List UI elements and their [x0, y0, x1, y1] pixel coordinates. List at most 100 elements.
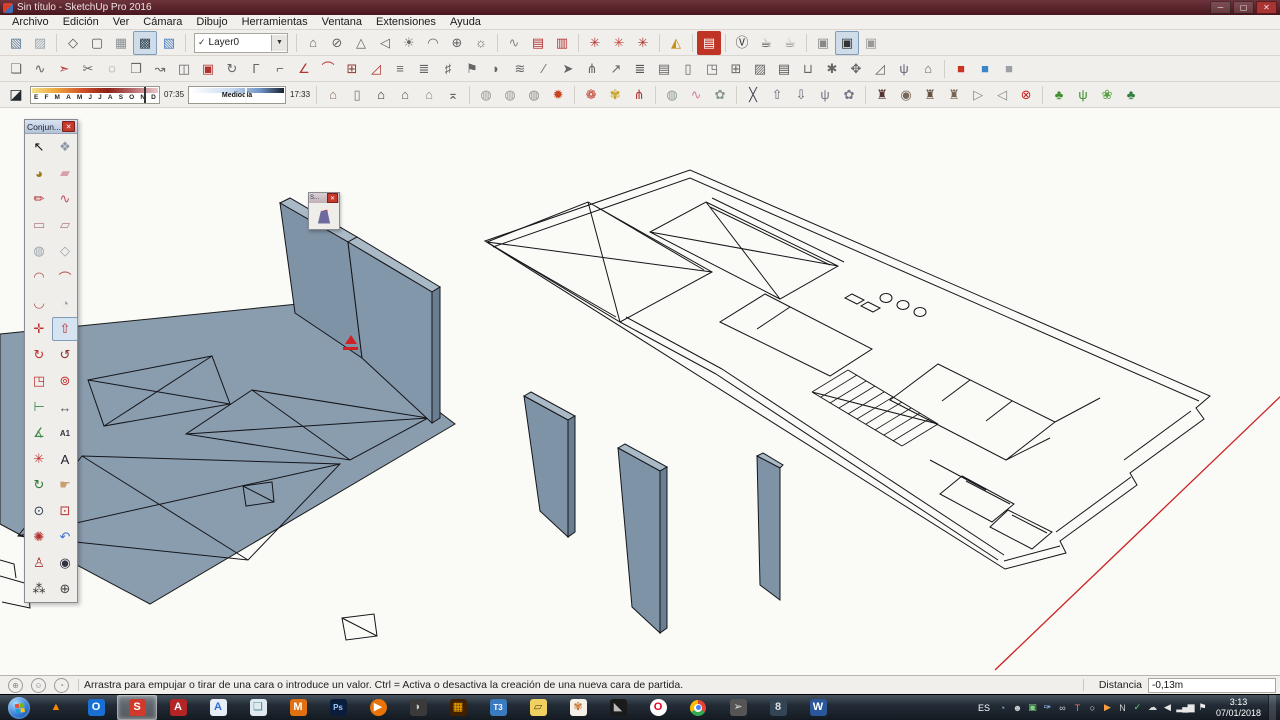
tray-pen-icon[interactable]: ✑: [1041, 702, 1054, 713]
shaded-textures-large-icon[interactable]: ▧: [4, 31, 28, 55]
component-gray-2-icon[interactable]: ◍: [498, 83, 522, 107]
brick-tool-icon[interactable]: ▤: [697, 30, 721, 55]
bud-icon[interactable]: ❀: [1095, 83, 1119, 107]
house-roof-icon[interactable]: ⌂: [393, 83, 417, 107]
vegas-app[interactable]: 8: [759, 696, 797, 719]
sweep-icon[interactable]: ↝: [148, 57, 172, 81]
model-info-icon[interactable]: ◔: [54, 677, 69, 693]
axes-tool[interactable]: ✳: [26, 447, 52, 471]
position-camera-tool[interactable]: ♙: [26, 551, 52, 575]
tree-icon[interactable]: ♣: [1047, 83, 1071, 107]
solid-tool-icon[interactable]: [317, 209, 331, 224]
minimize-button[interactable]: ─: [1210, 1, 1231, 14]
plugin-export-icon[interactable]: ▥: [550, 31, 574, 55]
vray-ies-light-icon[interactable]: ◁: [373, 31, 397, 55]
wall-hatch-icon[interactable]: ▤: [652, 57, 676, 81]
toggle-shadows-icon[interactable]: ◪: [6, 85, 26, 105]
follow-me-tool[interactable]: ↺: [52, 343, 78, 367]
menu-ver[interactable]: Ver: [107, 15, 136, 29]
tape-measure-tool[interactable]: ⊢: [26, 395, 52, 419]
home-dark-icon[interactable]: ⌂: [369, 83, 393, 107]
wireframe-icon[interactable]: ◇: [61, 31, 85, 55]
freehand-tool[interactable]: ∿: [52, 187, 78, 211]
roof-slope-icon[interactable]: ◿: [868, 57, 892, 81]
vray-render-icon[interactable]: ☕: [754, 31, 778, 55]
frame-tool-icon[interactable]: ⊞: [340, 57, 364, 81]
text-tool[interactable]: A1: [52, 421, 78, 445]
face-box-icon[interactable]: ◫: [172, 57, 196, 81]
shaded-with-textures-icon[interactable]: ▩: [133, 30, 157, 55]
pie-tool[interactable]: ◔: [52, 291, 78, 315]
arrow-tool-icon[interactable]: ➤: [556, 57, 580, 81]
component-gray-1-icon[interactable]: ◍: [474, 83, 498, 107]
shadow-time-slider[interactable]: Mediodía: [188, 85, 287, 104]
geolocation-icon[interactable]: ⊕: [8, 677, 23, 693]
rectangle-tool[interactable]: ▭: [26, 213, 52, 237]
channel-tool-icon[interactable]: ⊔: [796, 57, 820, 81]
vray-fb-lock-icon[interactable]: ▣: [859, 31, 883, 55]
mini-toolbar-header[interactable]: S... ✕: [309, 193, 339, 203]
box-gray-icon[interactable]: ■: [997, 57, 1021, 81]
extrude-red-icon[interactable]: ➣: [52, 57, 76, 81]
vray-sphere-light-icon[interactable]: ⊕: [445, 31, 469, 55]
machine-1-icon[interactable]: ♜: [870, 83, 894, 107]
scatter-tool-1-icon[interactable]: ✳: [583, 31, 607, 55]
scissors-icon[interactable]: ✂: [76, 57, 100, 81]
triangle-tool-icon[interactable]: ◿: [364, 57, 388, 81]
edit-page-icon[interactable]: ❏: [4, 57, 28, 81]
stone-icon[interactable]: ◍: [660, 83, 684, 107]
zoom-tool[interactable]: ⊙: [26, 499, 52, 523]
menu-extensiones[interactable]: Extensiones: [370, 15, 442, 29]
vlc-app[interactable]: ▲: [37, 696, 75, 719]
dimension-tool[interactable]: ↔: [52, 395, 78, 419]
machine-4-icon[interactable]: ♜: [942, 83, 966, 107]
baluster-tool-icon[interactable]: ≣: [412, 57, 436, 81]
tray-user-icon[interactable]: ☻: [1011, 703, 1024, 713]
face-arrows-icon[interactable]: ✥: [844, 57, 868, 81]
trees-icon[interactable]: ♣: [1119, 83, 1143, 107]
measure-value-box[interactable]: -0,13m: [1148, 677, 1276, 693]
vray-fb-show-icon[interactable]: ▣: [811, 31, 835, 55]
vray-options-icon[interactable]: Ⓥ: [730, 31, 754, 55]
vray-sun-icon[interactable]: ☀: [397, 31, 421, 55]
arc-profile-icon[interactable]: ⌒: [316, 57, 340, 81]
opera-app[interactable]: O: [639, 696, 677, 719]
grass-gray-icon[interactable]: ψ: [813, 83, 837, 107]
taskbar-clock[interactable]: 3:13 07/01/2018: [1216, 697, 1261, 718]
arc-tool[interactable]: ◠: [26, 265, 52, 289]
corner-window-icon[interactable]: ⌐: [268, 57, 292, 81]
orbit-tool[interactable]: ↻: [26, 473, 52, 497]
menu-cámara[interactable]: Cámara: [137, 15, 188, 29]
tray-flag-icon[interactable]: ⚑: [1196, 702, 1209, 713]
orbit-arrow-icon[interactable]: ↻: [220, 57, 244, 81]
menu-archivo[interactable]: Archivo: [6, 15, 55, 29]
machine-2-icon[interactable]: ◉: [894, 83, 918, 107]
polygon-tool[interactable]: ◇: [52, 239, 78, 263]
walk-tool[interactable]: ⁂: [26, 577, 52, 601]
layers-combo[interactable]: ✓ Layer0 ▼: [194, 32, 288, 53]
tray-dot-icon[interactable]: ○: [1086, 703, 1099, 713]
flag-tool-icon[interactable]: ⚑: [460, 57, 484, 81]
scatter-tool-3-icon[interactable]: ✳: [631, 31, 655, 55]
yellow-plant-icon[interactable]: ✾: [603, 83, 627, 107]
combo-dropdown-icon[interactable]: ▼: [271, 34, 287, 51]
no-entry-icon[interactable]: ⊗: [1014, 83, 1038, 107]
stair-tool-icon[interactable]: ≣: [628, 57, 652, 81]
angle-dim-icon[interactable]: ∠: [292, 57, 316, 81]
rotated-rectangle-tool[interactable]: ▱: [52, 213, 78, 237]
archicad-app[interactable]: A: [199, 696, 237, 719]
roof-hatch-icon[interactable]: ▨: [748, 57, 772, 81]
rotate-tool[interactable]: ↻: [26, 343, 52, 367]
flag-left-icon[interactable]: ◁: [990, 83, 1014, 107]
metal-app[interactable]: ➢: [719, 696, 757, 719]
tray-play-icon[interactable]: ▶: [1101, 702, 1114, 713]
box-down-icon[interactable]: ⇩: [789, 83, 813, 107]
menu-edición[interactable]: Edición: [57, 15, 105, 29]
fence-tool-icon[interactable]: ♯: [436, 57, 460, 81]
previous-view-tool[interactable]: ↶: [52, 525, 78, 549]
start-button[interactable]: [8, 696, 30, 719]
branch-arrow-icon[interactable]: ⋔: [580, 57, 604, 81]
component-color-icon[interactable]: ✹: [546, 83, 570, 107]
house-flat-icon[interactable]: ⌅: [441, 83, 465, 107]
chrome-app[interactable]: [679, 696, 717, 719]
